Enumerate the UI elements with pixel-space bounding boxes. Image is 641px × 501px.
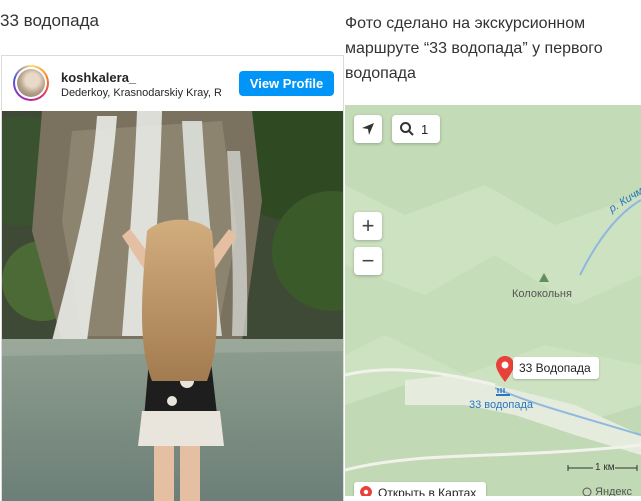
instagram-embed: koshkalera_ Dederkoy, Krasnodarskiy Kray… <box>1 55 344 501</box>
view-profile-button[interactable]: View Profile <box>239 71 334 96</box>
page-title-waterfalls: 33 водопада <box>0 11 99 30</box>
avatar[interactable] <box>13 65 49 101</box>
photo-description: Фото сделано на экскурсионном маршруте “… <box>345 15 603 82</box>
open-in-maps-button[interactable]: Открыть в Картах <box>354 482 487 496</box>
waterfall-icon <box>496 388 510 396</box>
yandex-logo-text: Яндекс <box>595 486 632 496</box>
scale-label: 1 км <box>595 462 615 473</box>
zoom-in-button[interactable]: + <box>354 212 382 240</box>
instagram-header: koshkalera_ Dederkoy, Krasnodarskiy Kray… <box>2 56 343 111</box>
map-pin-icon[interactable] <box>496 356 514 382</box>
map-pin-icon <box>360 486 372 496</box>
search-result-count: 1 <box>421 121 429 137</box>
instagram-photo[interactable] <box>2 111 343 501</box>
instagram-location[interactable]: Dederkoy, Krasnodarskiy Kray, Russia <box>61 87 221 99</box>
yandex-logo[interactable]: Яндекс <box>582 486 632 496</box>
pin-callout-label[interactable]: 33 Водопада <box>513 357 599 379</box>
locate-button[interactable] <box>354 115 382 143</box>
poi-label-kolokolnya[interactable]: Колокольня <box>512 288 572 300</box>
copyright-icon <box>582 487 592 496</box>
mountain-icon <box>539 273 549 282</box>
open-in-maps-label: Открыть в Картах <box>378 486 477 496</box>
map-terrain <box>345 105 641 496</box>
waterfall-label[interactable]: 33 водопада <box>469 399 533 411</box>
search-icon <box>400 122 414 136</box>
location-arrow-icon <box>362 123 374 135</box>
zoom-out-button[interactable]: − <box>354 247 382 275</box>
yandex-map[interactable]: 1 + − Колокольня р. Кичм 33 Водопада 33 … <box>345 105 641 496</box>
instagram-username[interactable]: koshkalera_ <box>61 70 136 85</box>
search-button[interactable]: 1 <box>392 115 440 143</box>
